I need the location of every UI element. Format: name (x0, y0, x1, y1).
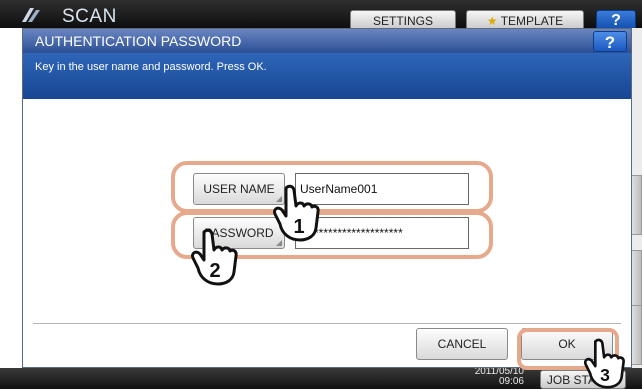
template-button[interactable]: ★ TEMPLATE (466, 10, 584, 30)
dialog-help-button[interactable]: ? (593, 31, 627, 52)
pointing-hand-icon: 3 (583, 338, 625, 389)
step-2-number: 2 (209, 260, 220, 282)
background-app-title: SCAN (62, 6, 117, 27)
background-left-edge (0, 28, 22, 368)
step-3-number: 3 (600, 365, 610, 385)
dialog-title-bar: AUTHENTICATION PASSWORD ? (23, 29, 631, 53)
background-help-button[interactable]: ? (596, 10, 636, 30)
star-icon: ★ (486, 14, 498, 28)
pointing-hand-icon: 1 (273, 184, 320, 242)
authentication-dialog: AUTHENTICATION PASSWORD ? Key in the use… (22, 28, 632, 368)
template-label: TEMPLATE (500, 14, 564, 28)
pointing-hand-icon: 2 (191, 228, 238, 286)
dialog-message: Key in the user name and password. Press… (35, 61, 267, 73)
dialog-title: AUTHENTICATION PASSWORD (35, 33, 242, 49)
settings-button[interactable]: SETTINGS (350, 10, 456, 30)
username-button-label: USER NAME (203, 182, 275, 196)
dialog-message-bar: Key in the user name and password. Press… (23, 53, 631, 99)
cancel-button[interactable]: CANCEL (416, 328, 508, 360)
datetime-display: 2011/05/10 09:06 (462, 367, 524, 387)
scan-app-icon (22, 8, 40, 22)
step-1-number: 1 (293, 216, 304, 238)
dialog-divider (33, 323, 621, 324)
time-text: 09:06 (498, 376, 524, 387)
settings-label: SETTINGS (372, 14, 433, 28)
